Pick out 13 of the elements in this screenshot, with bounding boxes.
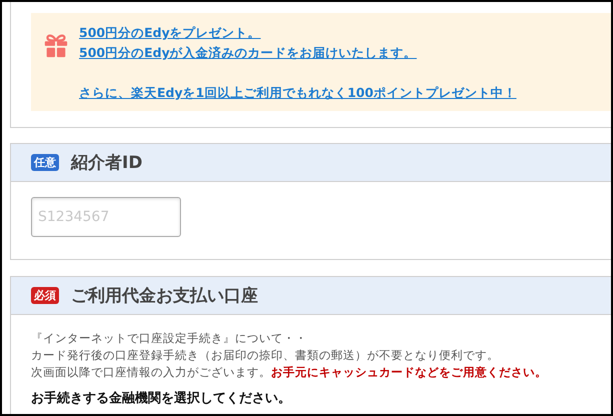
campaign-link[interactable]: 500円分のEdyが入金済みのカードをお届けいたします。 [79, 45, 417, 60]
section-title: 紹介者ID [71, 152, 142, 174]
info-text: 『インターネットで口座設定手続き』について・・ [31, 331, 307, 345]
alert-text: お手元にキャッシュカードなどをご用意ください。 [271, 365, 547, 379]
gift-icon [43, 32, 69, 58]
campaign-link[interactable]: 500円分のEdyをプレゼント。 [79, 25, 261, 40]
instruction-text: お手続きする金融機関を選択してください。 [31, 390, 292, 407]
campaign-link[interactable]: さらに、楽天Edyを1回以上ご利用でもれなく100ポイントプレゼント中！ [79, 85, 516, 100]
info-text: 次画面以降で口座情報の入力がございます。 [31, 365, 271, 379]
section-title: ご利用代金お支払い口座 [71, 285, 258, 307]
info-text: カード発行後の口座登録手続き（お届印の捺印、書類の郵送）が不要となり便利です。 [31, 348, 499, 362]
required-badge: 必須 [31, 287, 59, 304]
optional-badge: 任意 [31, 154, 59, 171]
